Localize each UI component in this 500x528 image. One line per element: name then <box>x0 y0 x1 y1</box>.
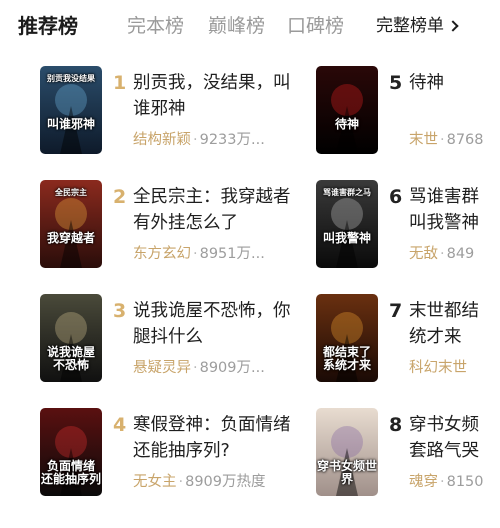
cover-title-art: 都结束了 系统才来 <box>322 345 371 372</box>
rank-number: 7 <box>389 300 403 322</box>
book-meta: 魂穿 · 8150 <box>409 472 484 492</box>
book-meta: 末世 · 8768 <box>409 130 484 150</box>
separator-dot: · <box>193 132 198 148</box>
book-heat: 8150 <box>446 474 484 490</box>
book-heat: 8909万热度 <box>185 474 266 490</box>
book-meta: 悬疑灵异 · 8909万... <box>133 358 265 378</box>
cover-title-art: 说我诡屋 不恐怖 <box>46 345 95 372</box>
cover-subtitle-art: 骂谁害群之马 <box>323 188 371 197</box>
book-cover-image: 叫我警神 骂谁害群之马 <box>316 180 378 268</box>
book-title: 全民宗主：我穿越者有外挂怎么了 <box>133 187 291 233</box>
book-title: 穿书女频 套路气哭 <box>409 415 479 461</box>
book-category: 东方玄幻 <box>133 246 191 262</box>
book-cover-image: 待神 <box>316 66 378 154</box>
book-meta: 东方玄幻 · 8951万... <box>133 244 265 264</box>
book-heat: 9233万... <box>199 132 265 148</box>
book-cover-image: 都结束了 系统才来 <box>316 294 378 382</box>
book-meta: 无敌 · 849 <box>409 244 474 264</box>
book-cover-image: 叫谁邪神 别贡我没结果 <box>40 66 102 154</box>
rank-number: 5 <box>389 72 403 94</box>
book-heat: 8951万... <box>199 246 265 262</box>
full-list-link[interactable]: 完整榜单 <box>376 12 459 40</box>
cover-subtitle-art: 别贡我没结果 <box>47 74 95 83</box>
rank-number: 6 <box>389 186 403 208</box>
book-item[interactable]: 说我诡屋 不恐怖 3 说我诡屋不恐怖，你腿抖什么悬疑灵异 · 8909万... <box>40 284 310 392</box>
cover-title-art: 我穿越者 <box>46 231 95 245</box>
rank-tabs: 推荐榜 完本榜 巅峰榜 口碑榜 完整榜单 <box>0 0 500 54</box>
book-item[interactable]: 叫谁邪神 别贡我没结果 1 别贡我，没结果，叫谁邪神结构新颖 · 9233万... <box>40 56 310 164</box>
tab-reputation[interactable]: 口碑榜 <box>287 12 344 40</box>
rank-number: 3 <box>113 300 127 322</box>
rank-number: 4 <box>113 414 127 436</box>
tab-peak[interactable]: 巅峰榜 <box>208 12 265 40</box>
book-category: 悬疑灵异 <box>133 360 191 376</box>
separator-dot: · <box>193 246 198 262</box>
book-heat: 849 <box>446 246 475 262</box>
cover-title-art: 待神 <box>334 117 359 131</box>
book-item[interactable]: 叫我警神 骂谁害群之马 6 骂谁害群 叫我警神无敌 · 849 <box>316 170 500 278</box>
separator-dot: · <box>193 360 198 376</box>
separator-dot: · <box>440 474 445 490</box>
book-category: 无敌 <box>409 246 438 262</box>
separator-dot: · <box>440 132 445 148</box>
book-meta: 无女主 · 8909万热度 <box>133 472 266 492</box>
cover-subtitle-art: 全民宗主 <box>55 188 87 197</box>
book-cover-image: 穿书女频世界 <box>316 408 378 496</box>
tab-completed[interactable]: 完本榜 <box>127 12 184 40</box>
book-category: 末世 <box>409 132 438 148</box>
separator-dot: · <box>178 474 184 490</box>
cover-title-art: 穿书女频世界 <box>316 459 377 486</box>
book-category: 结构新颖 <box>133 132 191 148</box>
book-item[interactable]: 我穿越者 全民宗主 2 全民宗主：我穿越者有外挂怎么了东方玄幻 · 8951万... <box>40 170 310 278</box>
book-heat: 8909万... <box>199 360 265 376</box>
book-cover-image: 我穿越者 全民宗主 <box>40 180 102 268</box>
book-title: 寒假登神：负面情绪还能抽序列? <box>133 415 291 461</box>
book-title: 说我诡屋不恐怖，你腿抖什么 <box>133 301 291 347</box>
book-category: 科幻末世 <box>409 360 467 376</box>
chevron-right-icon <box>447 20 459 32</box>
book-item[interactable]: 待神 5 待神末世 · 8768 <box>316 56 500 164</box>
book-title: 别贡我，没结果，叫谁邪神 <box>133 73 291 119</box>
book-meta: 科幻末世 <box>409 358 467 378</box>
book-item[interactable]: 负面情绪 还能抽序列 4 寒假登神：负面情绪还能抽序列? 无女主 · 8909万热度 <box>40 398 310 506</box>
book-meta: 结构新颖 · 9233万... <box>133 130 265 150</box>
cover-title-art: 叫谁邪神 <box>46 117 95 131</box>
book-title: 末世都结 统才来 <box>409 301 479 347</box>
cover-title-art: 叫我警神 <box>322 231 371 245</box>
book-cover-image: 说我诡屋 不恐怖 <box>40 294 102 382</box>
cover-title-art: 负面情绪 还能抽序列 <box>40 459 101 486</box>
rank-number: 2 <box>113 186 127 208</box>
book-item[interactable]: 穿书女频世界 8 穿书女频 套路气哭魂穿 · 8150 <box>316 398 500 506</box>
book-title: 骂谁害群 叫我警神 <box>409 187 479 233</box>
book-item[interactable]: 都结束了 系统才来 7 末世都结 统才来科幻末世 <box>316 284 500 392</box>
book-cover-image: 负面情绪 还能抽序列 <box>40 408 102 496</box>
book-category: 魂穿 <box>409 474 438 490</box>
rank-number: 1 <box>113 72 127 94</box>
book-title: 待神 <box>409 73 444 93</box>
book-heat: 8768 <box>446 132 484 148</box>
separator-dot: · <box>440 246 445 262</box>
book-category: 无女主 <box>133 474 177 490</box>
rank-number: 8 <box>389 414 403 436</box>
full-list-label: 完整榜单 <box>376 16 444 36</box>
tab-recommend[interactable]: 推荐榜 <box>18 12 78 40</box>
